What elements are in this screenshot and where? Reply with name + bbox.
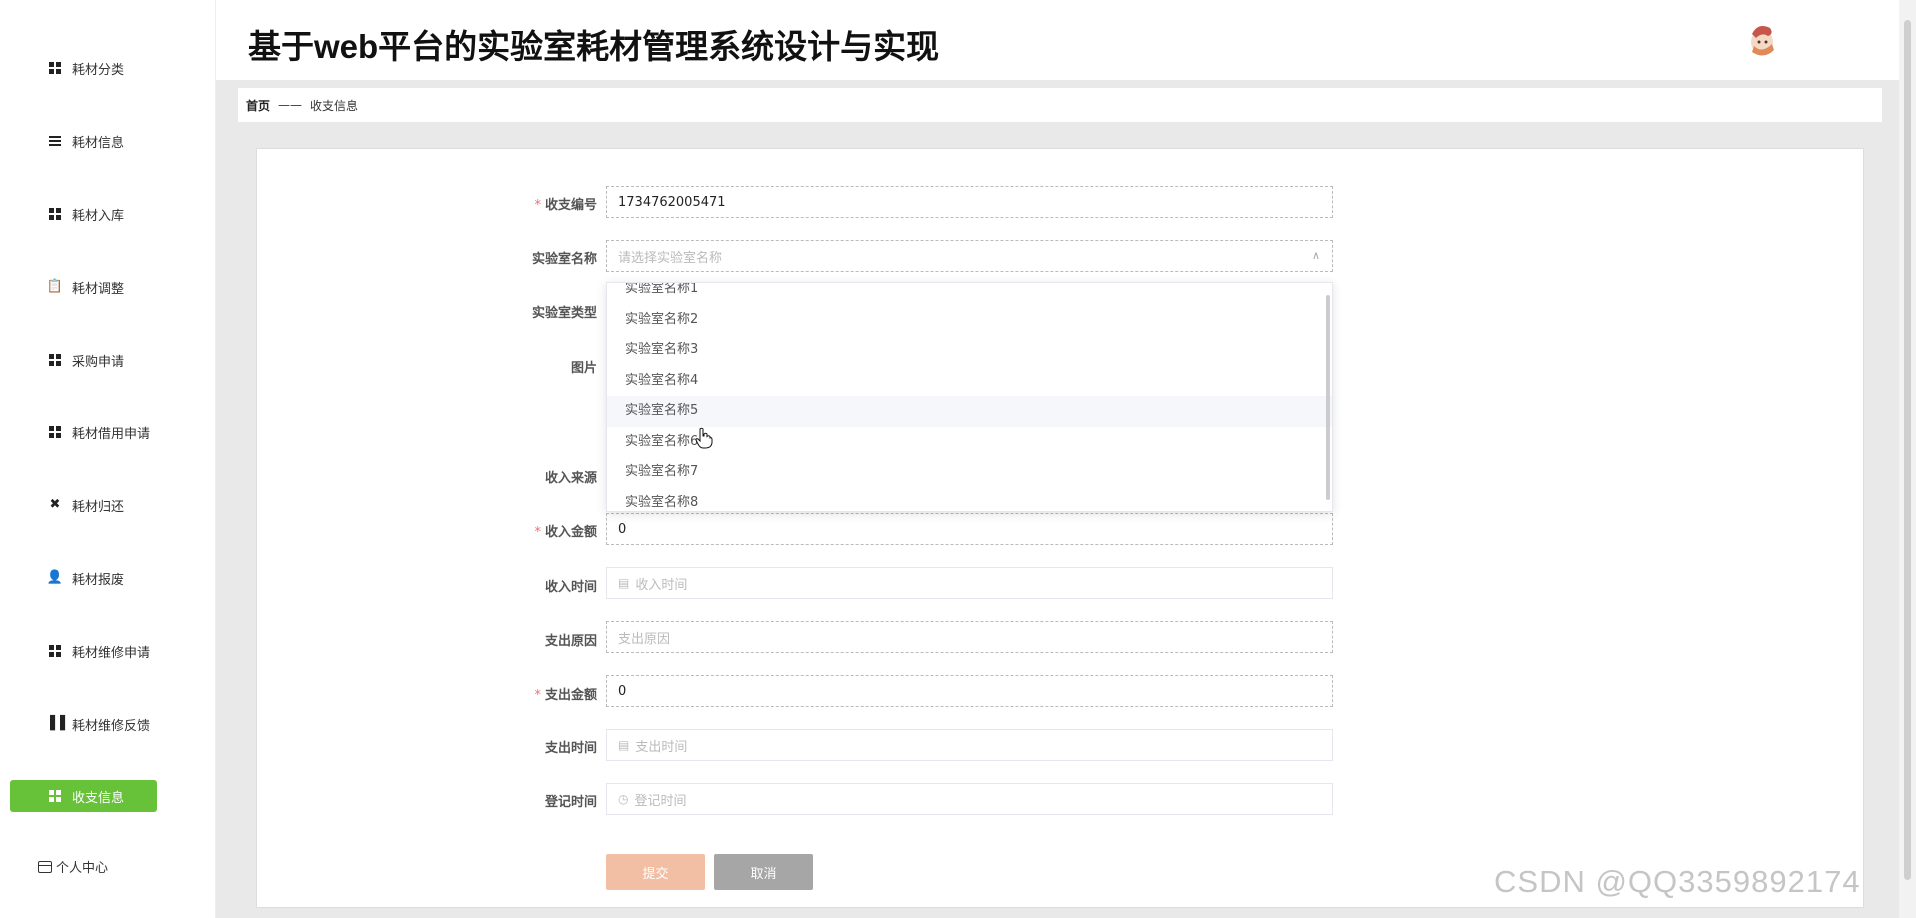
sidebar: 耗材分类 耗材信息 耗材入库 📋 耗材调整 采购申请 耗材借用申请 ✖ 耗材归还… xyxy=(0,0,216,918)
sidebar-item-adjustment[interactable]: 📋 耗材调整 xyxy=(10,271,157,303)
sidebar-item-return[interactable]: ✖ 耗材归还 xyxy=(10,489,157,521)
grid-icon xyxy=(48,425,62,439)
dropdown-option[interactable]: 实验室名称8 xyxy=(607,488,1332,512)
sidebar-item-income-expense[interactable]: 收支信息 xyxy=(10,780,157,812)
grid-icon xyxy=(48,353,62,367)
dropdown-option[interactable]: 实验室名称2 xyxy=(607,305,1332,336)
avatar[interactable] xyxy=(1744,20,1780,58)
grid-icon xyxy=(48,789,62,803)
watermark: CSDN @QQ3359892174 xyxy=(1494,864,1861,899)
breadcrumb-home[interactable]: 首页 xyxy=(246,97,270,114)
income-time-picker[interactable]: ▤ 收入时间 xyxy=(606,567,1333,599)
clipboard-icon: 📋 xyxy=(46,279,64,294)
lab-name-label: 实验室名称 xyxy=(531,252,597,267)
chevron-up-icon: ∧ xyxy=(1311,249,1320,262)
expense-amount-input[interactable]: 0 xyxy=(606,675,1333,707)
register-time-label: 登记时间 xyxy=(544,795,597,810)
hand-cursor-icon xyxy=(695,427,713,449)
list-icon xyxy=(48,134,62,148)
page-title: 基于web平台的实验室耗材管理系统设计与实现 xyxy=(248,28,940,65)
income-amount-input[interactable]: 0 xyxy=(606,513,1333,545)
submit-button[interactable]: 提交 xyxy=(606,854,705,890)
calendar-icon: ▤ xyxy=(618,738,630,752)
grid-icon xyxy=(48,644,62,658)
expense-time-picker[interactable]: ▤ 支出时间 xyxy=(606,729,1333,761)
grid-icon xyxy=(48,207,62,221)
sidebar-item-borrow-request[interactable]: 耗材借用申请 xyxy=(10,416,157,448)
income-source-label: 收入来源 xyxy=(544,471,597,486)
page-scrollbar[interactable] xyxy=(1899,0,1916,918)
image-label: 图片 xyxy=(570,361,597,376)
breadcrumb-current: 收支信息 xyxy=(310,98,359,113)
sidebar-item-consumable-info[interactable]: 耗材信息 xyxy=(10,125,157,157)
breadcrumb-separator: —— xyxy=(278,98,303,112)
expense-amount-label: * 支出金额 xyxy=(534,688,597,703)
clock-icon: ◷ xyxy=(618,792,629,806)
ticket-icon: ✖ xyxy=(49,497,61,512)
dropdown-scrollbar[interactable] xyxy=(1326,295,1330,500)
expense-reason-input[interactable]: 支出原因 xyxy=(606,621,1333,653)
dropdown-option-hovered[interactable]: 实验室名称5 xyxy=(607,396,1332,427)
calendar-icon: ▤ xyxy=(618,576,630,590)
grid-icon xyxy=(48,61,62,75)
expense-reason-label: 支出原因 xyxy=(544,634,597,649)
lab-name-dropdown: 实验室名称1 实验室名称2 实验室名称3 实验室名称4 实验室名称5 实验室名称… xyxy=(606,282,1333,512)
dropdown-option[interactable]: 实验室名称4 xyxy=(607,366,1332,397)
income-amount-label: * 收入金额 xyxy=(534,525,597,540)
serial-label: * 收支编号 xyxy=(534,198,597,213)
register-time-picker[interactable]: ◷ 登记时间 xyxy=(606,783,1333,815)
user-icon: 👤 xyxy=(46,570,64,585)
sidebar-item-personal-center[interactable]: 个人中心 xyxy=(38,857,108,876)
serial-input[interactable]: 1734762005471 xyxy=(606,186,1333,218)
sidebar-item-stock-in[interactable]: 耗材入库 xyxy=(10,198,157,230)
cancel-button[interactable]: 取消 xyxy=(714,854,813,890)
breadcrumb: 首页 —— 收支信息 xyxy=(238,88,1882,122)
header: 基于web平台的实验室耗材管理系统设计与实现 xyxy=(216,0,1899,80)
window-icon xyxy=(38,860,52,873)
dropdown-option[interactable]: 实验室名称3 xyxy=(607,335,1332,366)
lab-type-label: 实验室类型 xyxy=(531,306,597,321)
dropdown-option[interactable]: 实验室名称1 xyxy=(607,283,1332,305)
dropdown-option[interactable]: 实验室名称7 xyxy=(607,457,1332,488)
lab-name-select[interactable]: 请选择实验室名称 ∧ xyxy=(606,240,1333,272)
sidebar-item-repair-request[interactable]: 耗材维修申请 xyxy=(10,635,157,667)
expense-time-label: 支出时间 xyxy=(544,741,597,756)
dropdown-option[interactable]: 实验室名称6 xyxy=(607,427,1332,458)
sidebar-item-consumable-category[interactable]: 耗材分类 xyxy=(10,52,157,84)
income-time-label: 收入时间 xyxy=(544,580,597,595)
sidebar-item-repair-feedback[interactable]: ▐▐ 耗材维修反馈 xyxy=(10,708,157,740)
sidebar-item-scrap[interactable]: 👤 耗材报废 xyxy=(10,562,157,594)
sidebar-item-purchase-request[interactable]: 采购申请 xyxy=(10,344,157,376)
chart-icon: ▐▐ xyxy=(45,716,65,731)
